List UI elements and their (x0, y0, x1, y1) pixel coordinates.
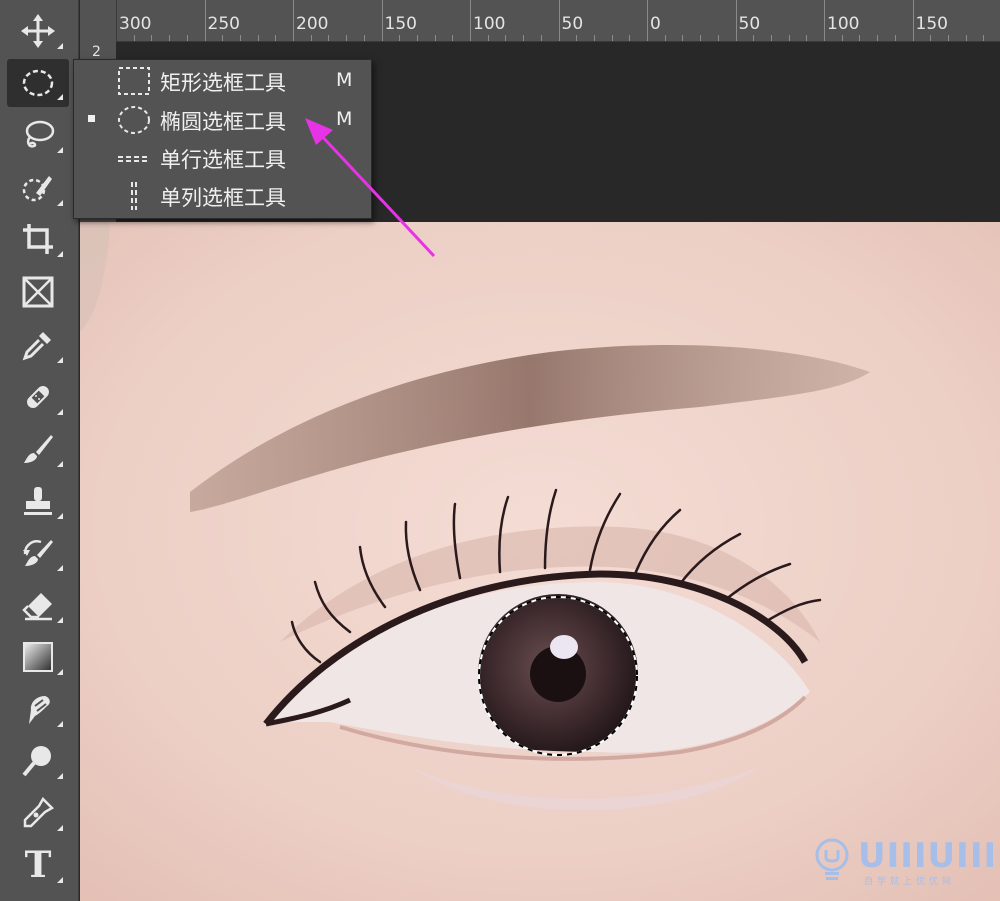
watermark-subtext: 自学就上优优网 (864, 877, 956, 887)
annotation-arrow (305, 118, 436, 258)
lightbulb-logo-icon (815, 838, 849, 880)
watermark-text: UIIIUIII (858, 836, 998, 876)
watermark: UIIIUIII 自学就上优优网 (812, 836, 996, 887)
